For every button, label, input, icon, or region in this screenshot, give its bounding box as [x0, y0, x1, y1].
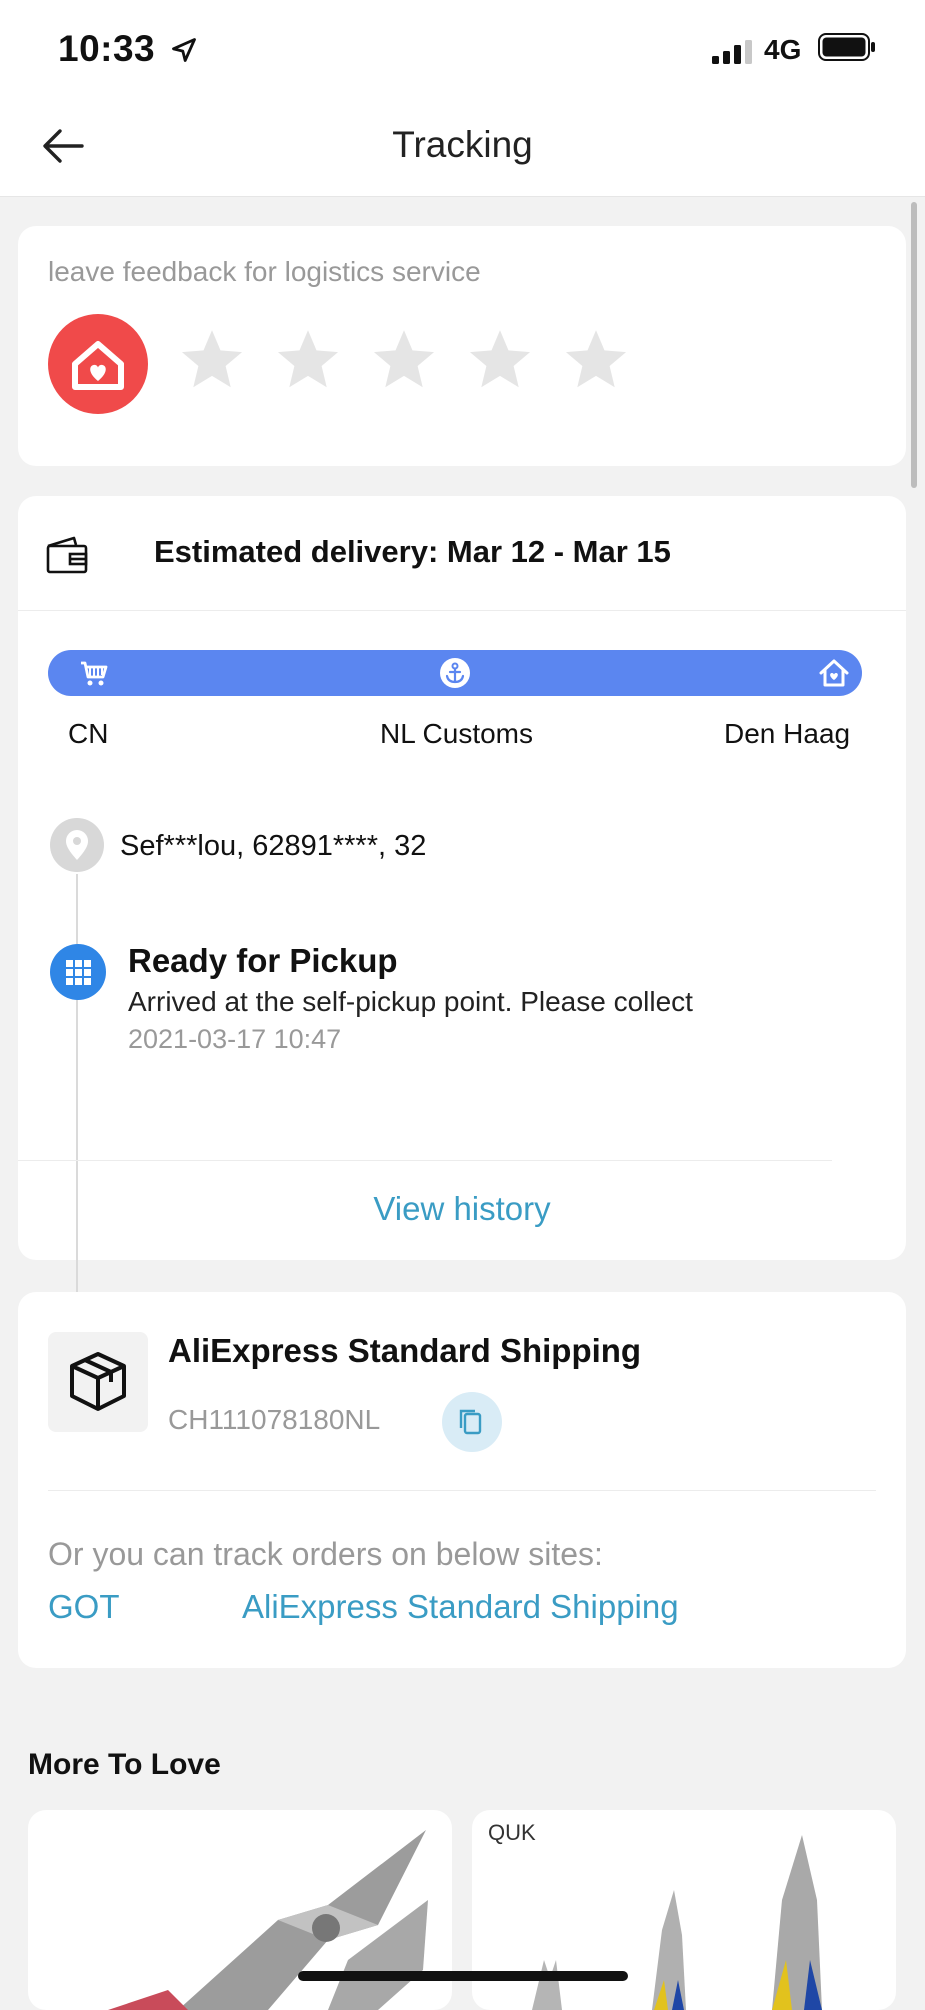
stop-destination: Den Haag	[724, 718, 851, 749]
network-type: 4G	[764, 34, 802, 65]
status-bar: 10:33 4G	[0, 0, 925, 100]
pickup-locker-icon	[50, 944, 106, 1000]
shipping-card: AliExpress Standard Shipping CH111078180…	[18, 1292, 906, 1668]
star-icon[interactable]	[466, 326, 534, 394]
location-arrow-icon	[172, 38, 196, 62]
package-box-icon	[48, 1332, 148, 1432]
divider	[18, 1160, 832, 1161]
star-icon[interactable]	[370, 326, 438, 394]
stop-origin: CN	[68, 718, 109, 749]
estimated-delivery: Estimated delivery: Mar 12 - Mar 15	[154, 534, 671, 569]
alt-tracking-prompt: Or you can track orders on below sites:	[48, 1536, 603, 1572]
battery-icon	[818, 33, 875, 61]
view-history-link[interactable]: View history	[18, 1190, 906, 1228]
rating-stars	[178, 326, 630, 394]
anchor-icon	[440, 658, 470, 688]
divider	[48, 1490, 876, 1491]
tracking-card: Estimated delivery: Mar 12 - Mar 15 CN N…	[18, 496, 906, 1318]
page-title: Tracking	[392, 124, 533, 165]
shipping-service-name: AliExpress Standard Shipping	[168, 1332, 642, 1369]
product-brand: QUK	[488, 1820, 536, 1845]
divider	[18, 610, 906, 611]
copy-icon	[459, 1409, 482, 1435]
star-icon[interactable]	[562, 326, 630, 394]
status-time: 10:33	[58, 28, 156, 69]
cellular-signal-icon	[712, 40, 752, 64]
feedback-prompt: leave feedback for logistics service	[48, 256, 481, 287]
feedback-card: leave feedback for logistics service	[18, 226, 906, 466]
stop-customs: NL Customs	[380, 718, 534, 749]
home-heart-icon	[48, 314, 148, 414]
shopping-cart-icon	[81, 661, 108, 686]
star-icon[interactable]	[178, 326, 246, 394]
site-link-aliexpress-standard-shipping[interactable]: AliExpress Standard Shipping	[242, 1588, 679, 1626]
scrollbar[interactable]	[911, 202, 917, 488]
event-timestamp: 2021-03-17 10:47	[128, 1024, 342, 1054]
home-indicator[interactable]	[298, 1971, 628, 1981]
delivery-truck-icon	[46, 536, 88, 574]
star-icon[interactable]	[274, 326, 342, 394]
site-link-got[interactable]: GOT	[48, 1588, 120, 1626]
copy-tracking-button[interactable]	[442, 1392, 502, 1452]
nav-bar: Tracking	[0, 100, 925, 197]
timeline-line	[76, 874, 78, 1318]
home-icon	[819, 659, 849, 687]
location-pin-icon	[50, 818, 104, 872]
tracking-number: CH111078180NL	[168, 1404, 381, 1435]
delivery-address: Sef***lou, 62891****, 32	[120, 830, 427, 862]
section-title-more-to-love: More To Love	[28, 1748, 221, 1781]
shipment-progress-bar	[48, 650, 862, 696]
event-title: Ready for Pickup	[128, 942, 398, 979]
event-description: Arrived at the self-pickup point. Please…	[128, 986, 693, 1017]
